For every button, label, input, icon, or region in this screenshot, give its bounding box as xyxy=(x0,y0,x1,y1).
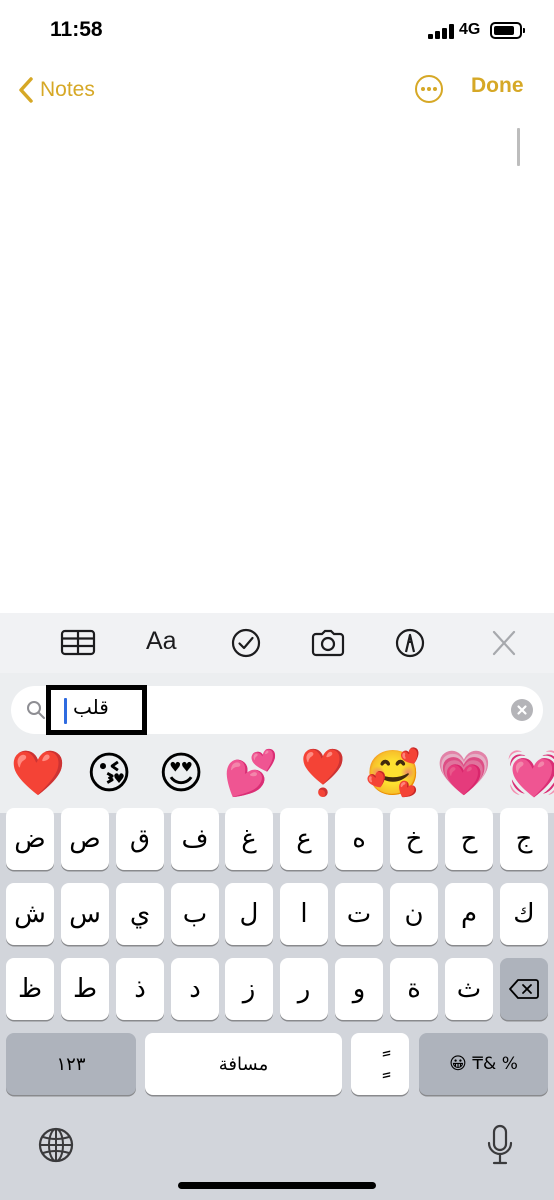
key[interactable]: ل xyxy=(225,883,273,945)
delete-key[interactable] xyxy=(500,958,548,1020)
key[interactable]: م xyxy=(445,883,493,945)
key[interactable]: ق xyxy=(116,808,164,870)
network-type: 4G xyxy=(459,21,481,38)
markup-icon[interactable] xyxy=(392,627,428,659)
key[interactable]: ش xyxy=(6,883,54,945)
emoji-suggestions: ❤️ 😘 😍 💕 ❣️ 🥰 💗 💓 xyxy=(0,743,554,805)
note-editor[interactable] xyxy=(0,120,554,613)
search-icon xyxy=(27,701,45,719)
chevron-left-icon xyxy=(19,77,33,103)
checklist-icon[interactable] xyxy=(228,627,264,659)
cellular-signal-icon xyxy=(428,24,454,39)
key[interactable]: ث xyxy=(445,958,493,1020)
arabic-keyboard: ج ح خ ه ع غ ف ق ص ض ك م ن ت ا ل ب ي س ش … xyxy=(0,808,554,1108)
microphone-icon[interactable] xyxy=(486,1124,514,1166)
back-button[interactable]: Notes xyxy=(16,72,95,108)
back-button-label: Notes xyxy=(40,78,95,101)
key[interactable]: ز xyxy=(225,958,273,1020)
emoji-search-input[interactable]: قلب xyxy=(11,685,543,735)
emoji-beating-heart[interactable]: 💓 xyxy=(505,743,554,805)
key[interactable]: ع xyxy=(280,808,328,870)
emoji-smiling-hearts[interactable]: 🥰 xyxy=(364,743,422,805)
key[interactable]: س xyxy=(61,883,109,945)
key[interactable]: ظ xyxy=(6,958,54,1020)
format-toolbar: Aa xyxy=(0,613,554,673)
key[interactable]: ب xyxy=(171,883,219,945)
diacritics-key[interactable]: ًٍ xyxy=(351,1033,409,1095)
key[interactable]: ت xyxy=(335,883,383,945)
emoji-heart-eyes[interactable]: 😍 xyxy=(152,743,210,805)
more-options-icon[interactable] xyxy=(414,74,444,104)
status-time: 11:58 xyxy=(50,18,103,41)
clear-search-button[interactable] xyxy=(511,699,533,721)
scroll-indicator xyxy=(517,128,520,166)
key[interactable]: ض xyxy=(6,808,54,870)
status-bar: 11:58 4G xyxy=(0,0,554,60)
delete-key-icon xyxy=(509,979,539,999)
emoji-growing-heart[interactable]: 💗 xyxy=(435,743,493,805)
keyboard-area: Aa قلب ❤️ 😘 😍 💕 ❣️ 🥰 💗 💓 ج ح خ ه ع غ ف ق… xyxy=(0,613,554,1200)
key[interactable]: ف xyxy=(171,808,219,870)
emoji-two-hearts[interactable]: 💕 xyxy=(222,743,280,805)
close-icon[interactable] xyxy=(486,627,522,659)
emoji-kissing-face[interactable]: 😘 xyxy=(80,743,138,805)
key[interactable]: ا xyxy=(280,883,328,945)
nav-bar: Notes Done xyxy=(0,60,554,120)
key[interactable]: ص xyxy=(61,808,109,870)
key[interactable]: خ xyxy=(390,808,438,870)
space-key[interactable]: مسافة xyxy=(145,1033,342,1095)
emoji-search-panel: قلب ❤️ 😘 😍 💕 ❣️ 🥰 💗 💓 xyxy=(0,673,554,813)
key[interactable]: د xyxy=(171,958,219,1020)
emoji-heart-exclamation[interactable]: ❣️ xyxy=(294,743,352,805)
key[interactable]: ة xyxy=(390,958,438,1020)
battery-icon xyxy=(490,22,525,39)
globe-icon[interactable] xyxy=(37,1126,75,1164)
key[interactable]: ر xyxy=(280,958,328,1020)
camera-icon[interactable] xyxy=(310,627,346,659)
key[interactable]: ج xyxy=(500,808,548,870)
table-icon[interactable] xyxy=(60,627,96,659)
format-text-button[interactable]: Aa xyxy=(146,627,177,656)
key[interactable]: ذ xyxy=(116,958,164,1020)
key[interactable]: ح xyxy=(445,808,493,870)
key[interactable]: و xyxy=(335,958,383,1020)
numbers-key[interactable]: ١٢٣ xyxy=(6,1033,136,1095)
emoji-red-heart[interactable]: ❤️ xyxy=(9,743,67,805)
emoji-search-query: قلب xyxy=(73,695,109,719)
key[interactable]: ي xyxy=(116,883,164,945)
emoji-symbols-key[interactable]: 😀 ₸& % xyxy=(419,1033,548,1095)
key[interactable]: ط xyxy=(61,958,109,1020)
battery-level xyxy=(494,26,515,35)
home-indicator xyxy=(178,1182,376,1189)
clear-icon xyxy=(517,705,527,715)
key[interactable]: ن xyxy=(390,883,438,945)
key[interactable]: ه xyxy=(335,808,383,870)
key[interactable]: ك xyxy=(500,883,548,945)
done-button[interactable]: Done xyxy=(471,74,524,98)
key[interactable]: غ xyxy=(225,808,273,870)
text-cursor xyxy=(64,698,67,724)
